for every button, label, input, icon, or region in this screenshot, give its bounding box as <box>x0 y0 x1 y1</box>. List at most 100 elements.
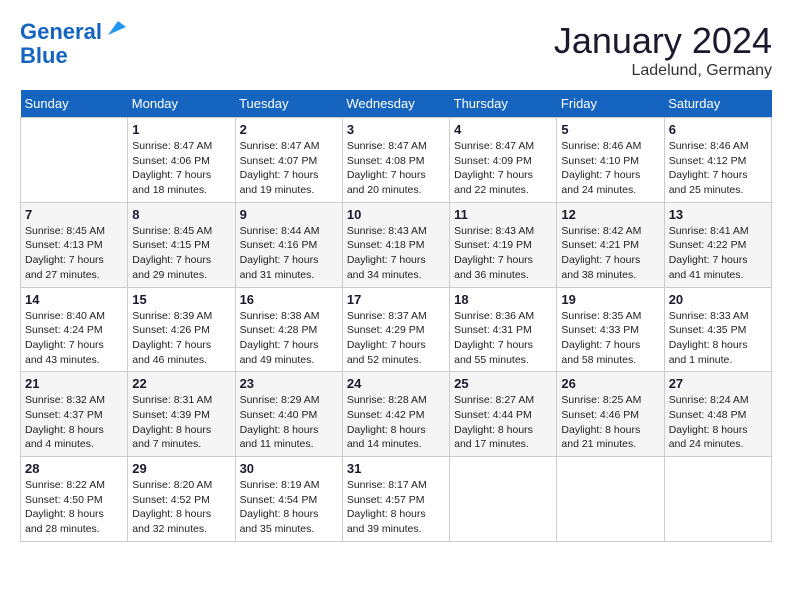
day-number: 11 <box>454 207 552 222</box>
day-cell: 1 Sunrise: 8:47 AMSunset: 4:06 PMDaylight… <box>128 118 235 203</box>
page-header: General Blue January 2024 Ladelund, Germ… <box>20 20 772 80</box>
day-number: 5 <box>561 122 659 137</box>
day-number: 23 <box>240 376 338 391</box>
header-cell-sunday: Sunday <box>21 90 128 118</box>
day-info: Sunrise: 8:37 AMSunset: 4:29 PMDaylight:… <box>347 309 445 368</box>
day-info: Sunrise: 8:47 AMSunset: 4:06 PMDaylight:… <box>132 139 230 198</box>
day-number: 25 <box>454 376 552 391</box>
day-info: Sunrise: 8:44 AMSunset: 4:16 PMDaylight:… <box>240 224 338 283</box>
day-cell <box>21 118 128 203</box>
day-number: 27 <box>669 376 767 391</box>
day-info: Sunrise: 8:20 AMSunset: 4:52 PMDaylight:… <box>132 478 230 537</box>
day-number: 9 <box>240 207 338 222</box>
day-cell: 24Sunrise: 8:28 AMSunset: 4:42 PMDayligh… <box>342 372 449 457</box>
week-row-4: 21 Sunrise: 8:32 AMSunset: 4:37 PMDayligh… <box>21 372 772 457</box>
day-info: Sunrise: 8:40 AMSunset: 4:24 PMDaylight:… <box>25 309 123 368</box>
calendar-header: SundayMondayTuesdayWednesdayThursdayFrid… <box>21 90 772 118</box>
day-info: Sunrise: 8:42 AMSunset: 4:21 PMDaylight:… <box>561 224 659 283</box>
day-cell: 20Sunrise: 8:33 AMSunset: 4:35 PMDayligh… <box>664 287 771 372</box>
day-cell <box>664 457 771 542</box>
day-cell: 4Sunrise: 8:47 AMSunset: 4:09 PMDaylight… <box>450 118 557 203</box>
day-cell: 2 Sunrise: 8:47 AMSunset: 4:07 PMDaylight… <box>235 118 342 203</box>
day-cell: 7 Sunrise: 8:45 AMSunset: 4:13 PMDaylight… <box>21 202 128 287</box>
day-cell: 14Sunrise: 8:40 AMSunset: 4:24 PMDayligh… <box>21 287 128 372</box>
day-cell: 5Sunrise: 8:46 AMSunset: 4:10 PMDaylight… <box>557 118 664 203</box>
day-number: 15 <box>132 292 230 307</box>
header-cell-monday: Monday <box>128 90 235 118</box>
day-info: Sunrise: 8:41 AMSunset: 4:22 PMDaylight:… <box>669 224 767 283</box>
day-info: Sunrise: 8:45 AMSunset: 4:15 PMDaylight:… <box>132 224 230 283</box>
day-number: 2 <box>240 122 338 137</box>
day-info: Sunrise: 8:27 AMSunset: 4:44 PMDaylight:… <box>454 393 552 452</box>
day-cell: 6 Sunrise: 8:46 AMSunset: 4:12 PMDaylight… <box>664 118 771 203</box>
day-cell: 30Sunrise: 8:19 AMSunset: 4:54 PMDayligh… <box>235 457 342 542</box>
day-info: Sunrise: 8:46 AMSunset: 4:12 PMDaylight:… <box>669 139 767 198</box>
day-info: Sunrise: 8:45 AMSunset: 4:13 PMDaylight:… <box>25 224 123 283</box>
day-cell: 15 Sunrise: 8:39 AMSunset: 4:26 PMDayligh… <box>128 287 235 372</box>
day-info: Sunrise: 8:22 AMSunset: 4:50 PMDaylight:… <box>25 478 123 537</box>
day-cell: 8 Sunrise: 8:45 AMSunset: 4:15 PMDaylight… <box>128 202 235 287</box>
day-number: 8 <box>132 207 230 222</box>
logo-text: General <box>20 20 102 44</box>
day-number: 18 <box>454 292 552 307</box>
day-info: Sunrise: 8:43 AMSunset: 4:19 PMDaylight:… <box>454 224 552 283</box>
location: Ladelund, Germany <box>554 62 772 80</box>
header-cell-saturday: Saturday <box>664 90 771 118</box>
header-row: SundayMondayTuesdayWednesdayThursdayFrid… <box>21 90 772 118</box>
day-cell: 23 Sunrise: 8:29 AMSunset: 4:40 PMDayligh… <box>235 372 342 457</box>
day-cell: 22 Sunrise: 8:31 AMSunset: 4:39 PMDayligh… <box>128 372 235 457</box>
header-cell-wednesday: Wednesday <box>342 90 449 118</box>
day-number: 17 <box>347 292 445 307</box>
week-row-1: 1 Sunrise: 8:47 AMSunset: 4:06 PMDaylight… <box>21 118 772 203</box>
day-cell <box>557 457 664 542</box>
day-cell: 12 Sunrise: 8:42 AMSunset: 4:21 PMDayligh… <box>557 202 664 287</box>
day-cell: 17 Sunrise: 8:37 AMSunset: 4:29 PMDayligh… <box>342 287 449 372</box>
logo: General Blue <box>20 20 126 68</box>
day-info: Sunrise: 8:32 AMSunset: 4:37 PMDaylight:… <box>25 393 123 452</box>
week-row-5: 28 Sunrise: 8:22 AMSunset: 4:50 PMDayligh… <box>21 457 772 542</box>
day-info: Sunrise: 8:47 AMSunset: 4:07 PMDaylight:… <box>240 139 338 198</box>
day-cell: 16 Sunrise: 8:38 AMSunset: 4:28 PMDayligh… <box>235 287 342 372</box>
day-cell <box>450 457 557 542</box>
day-info: Sunrise: 8:38 AMSunset: 4:28 PMDaylight:… <box>240 309 338 368</box>
day-number: 26 <box>561 376 659 391</box>
day-number: 6 <box>669 122 767 137</box>
day-cell: 10Sunrise: 8:43 AMSunset: 4:18 PMDayligh… <box>342 202 449 287</box>
day-number: 24 <box>347 376 445 391</box>
day-info: Sunrise: 8:33 AMSunset: 4:35 PMDaylight:… <box>669 309 767 368</box>
day-number: 1 <box>132 122 230 137</box>
day-cell: 25 Sunrise: 8:27 AMSunset: 4:44 PMDayligh… <box>450 372 557 457</box>
day-cell: 11 Sunrise: 8:43 AMSunset: 4:19 PMDayligh… <box>450 202 557 287</box>
day-number: 7 <box>25 207 123 222</box>
logo-blue-text: Blue <box>20 44 68 68</box>
day-number: 3 <box>347 122 445 137</box>
day-number: 16 <box>240 292 338 307</box>
day-info: Sunrise: 8:47 AMSunset: 4:08 PMDaylight:… <box>347 139 445 198</box>
day-info: Sunrise: 8:17 AMSunset: 4:57 PMDaylight:… <box>347 478 445 537</box>
day-cell: 27Sunrise: 8:24 AMSunset: 4:48 PMDayligh… <box>664 372 771 457</box>
day-info: Sunrise: 8:31 AMSunset: 4:39 PMDaylight:… <box>132 393 230 452</box>
day-number: 12 <box>561 207 659 222</box>
day-number: 22 <box>132 376 230 391</box>
title-block: January 2024 Ladelund, Germany <box>554 20 772 80</box>
day-number: 31 <box>347 461 445 476</box>
day-cell: 18 Sunrise: 8:36 AMSunset: 4:31 PMDayligh… <box>450 287 557 372</box>
day-number: 28 <box>25 461 123 476</box>
calendar-body: 1 Sunrise: 8:47 AMSunset: 4:06 PMDaylight… <box>21 118 772 542</box>
day-info: Sunrise: 8:39 AMSunset: 4:26 PMDaylight:… <box>132 309 230 368</box>
day-cell: 26 Sunrise: 8:25 AMSunset: 4:46 PMDayligh… <box>557 372 664 457</box>
month-title: January 2024 <box>554 20 772 62</box>
day-number: 13 <box>669 207 767 222</box>
header-cell-thursday: Thursday <box>450 90 557 118</box>
day-info: Sunrise: 8:29 AMSunset: 4:40 PMDaylight:… <box>240 393 338 452</box>
day-info: Sunrise: 8:36 AMSunset: 4:31 PMDaylight:… <box>454 309 552 368</box>
day-cell: 3 Sunrise: 8:47 AMSunset: 4:08 PMDaylight… <box>342 118 449 203</box>
logo-bird-icon <box>104 17 126 39</box>
header-cell-tuesday: Tuesday <box>235 90 342 118</box>
day-info: Sunrise: 8:43 AMSunset: 4:18 PMDaylight:… <box>347 224 445 283</box>
day-cell: 9 Sunrise: 8:44 AMSunset: 4:16 PMDaylight… <box>235 202 342 287</box>
day-number: 29 <box>132 461 230 476</box>
day-info: Sunrise: 8:25 AMSunset: 4:46 PMDaylight:… <box>561 393 659 452</box>
day-number: 21 <box>25 376 123 391</box>
day-cell: 29 Sunrise: 8:20 AMSunset: 4:52 PMDayligh… <box>128 457 235 542</box>
